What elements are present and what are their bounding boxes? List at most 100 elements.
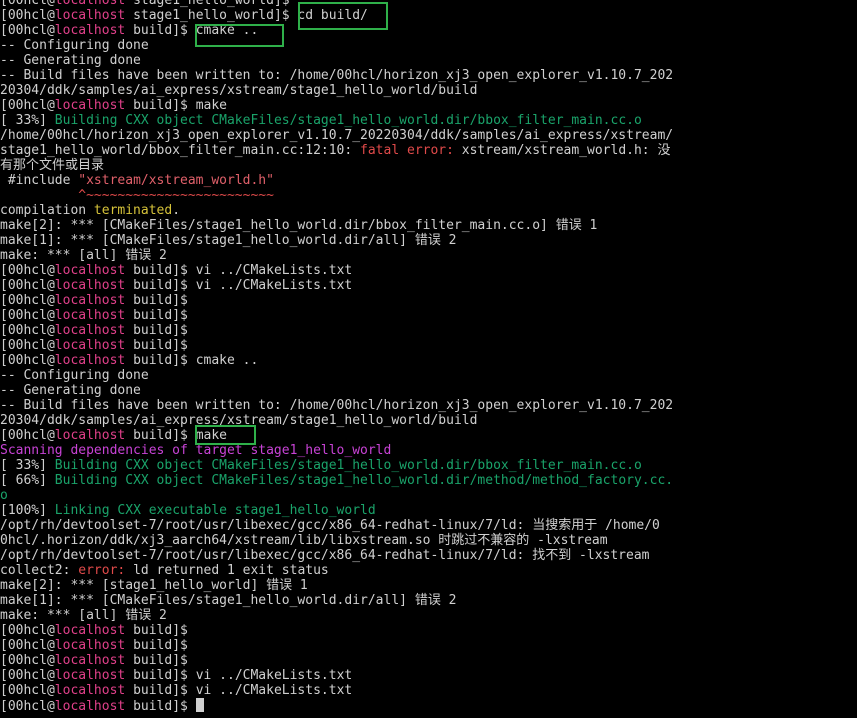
terminal-line: [00hcl@localhost build]$ vi ../CMakeList… — [0, 668, 857, 683]
terminal-line: -- Configuring done — [0, 368, 857, 383]
terminal-text: [00hcl@ — [0, 623, 55, 638]
terminal-text: Building CXX object CMakeFiles/stage1_he… — [54, 458, 642, 473]
terminal-line: -- Generating done — [0, 383, 857, 398]
terminal-text: [00hcl@ — [0, 0, 55, 8]
terminal-line: [00hcl@localhost build]$ — [0, 338, 857, 353]
terminal-text: . — [172, 203, 181, 218]
terminal-line: /opt/rh/devtoolset-7/root/usr/libexec/gc… — [0, 548, 857, 563]
terminal-line: [00hcl@localhost build]$ — [0, 638, 857, 653]
terminal-line: [00hcl@localhost stage1_hello_world]$ — [0, 0, 857, 8]
terminal-line: make: *** [all] 错误 2 — [0, 608, 857, 623]
terminal-text: build]$ — [125, 338, 188, 353]
terminal-text: -- Configuring done — [0, 368, 149, 383]
terminal-line: -- Build files have been written to: /ho… — [0, 398, 857, 413]
terminal-text: o — [0, 488, 8, 503]
terminal-text: build]$ vi ../CMakeLists.txt — [125, 668, 353, 683]
terminal-text: build]$ vi ../CMakeLists.txt — [125, 263, 353, 278]
terminal-line: 20304/ddk/samples/ai_express/xstream/sta… — [0, 83, 857, 98]
terminal-line: [00hcl@localhost build]$ make — [0, 428, 857, 443]
terminal-text: build]$ vi ../CMakeLists.txt — [125, 683, 353, 698]
terminal-text: build]$ make — [125, 98, 227, 113]
terminal-text: make: *** [all] 错误 2 — [0, 248, 167, 263]
terminal-text: make: *** [all] 错误 2 — [0, 608, 167, 623]
terminal-text: -- Build files have been written to: /ho… — [0, 398, 674, 413]
terminal-text: [ 33%] — [0, 458, 55, 473]
terminal-text: ld returned 1 exit status — [133, 563, 329, 578]
prompt-hostname: localhost — [54, 8, 126, 23]
terminal-output[interactable]: [00hcl@localhost stage1_hello_world]$ [00… — [0, 0, 857, 714]
terminal-text: build]$ — [125, 638, 188, 653]
terminal-line: [00hcl@localhost stage1_hello_world]$ cd… — [0, 8, 857, 23]
terminal-text: [00hcl@ — [0, 353, 55, 368]
terminal-line: [ 33%] Building CXX object CMakeFiles/st… — [0, 458, 857, 473]
terminal-line: [00hcl@localhost build]$ vi ../CMakeList… — [0, 683, 857, 698]
terminal-text: -- Generating done — [0, 53, 141, 68]
terminal-text: make[1]: *** [CMakeFiles/stage1_hello_wo… — [0, 593, 457, 608]
terminal-text: make[2]: *** [stage1_hello_world] 错误 1 — [0, 578, 308, 593]
terminal-text: -- Build files have been written to: /ho… — [0, 68, 674, 83]
terminal-text: terminated — [93, 203, 173, 218]
prompt-hostname: localhost — [54, 23, 126, 38]
terminal-line: compilation terminated. — [0, 203, 857, 218]
terminal-text: [00hcl@ — [0, 638, 55, 653]
terminal-line: make[2]: *** [stage1_hello_world] 错误 1 — [0, 578, 857, 593]
terminal-line: [ 33%] Building CXX object CMakeFiles/st… — [0, 113, 857, 128]
terminal-text: [00hcl@ — [0, 278, 55, 293]
terminal-line: [00hcl@localhost build]$ — [0, 623, 857, 638]
terminal-text: stage1_hello_world]$ — [125, 0, 290, 8]
terminal-text: 20304/ddk/samples/ai_express/xstream/sta… — [0, 413, 478, 428]
terminal-text: fatal error: — [360, 143, 462, 158]
prompt-hostname: localhost — [54, 668, 126, 683]
terminal-line: 0hcl/.horizon/ddk/xj3_aarch64/xstream/li… — [0, 533, 857, 548]
terminal-text: [00hcl@ — [0, 428, 55, 443]
prompt-hostname: localhost — [54, 263, 126, 278]
terminal-line: /home/00hcl/horizon_xj3_open_explorer_v1… — [0, 128, 857, 143]
prompt-hostname: localhost — [54, 338, 126, 353]
terminal-line: -- Generating done — [0, 53, 857, 68]
terminal-text: 20304/ddk/samples/ai_express/xstream/sta… — [0, 83, 478, 98]
terminal-line: [00hcl@localhost build]$ vi ../CMakeList… — [0, 263, 857, 278]
terminal-text: Scanning dependencies of target stage1_h… — [0, 443, 392, 458]
terminal-text: [00hcl@ — [0, 98, 55, 113]
terminal-text: /home/00hcl/horizon_xj3_open_explorer_v1… — [0, 128, 674, 143]
terminal-line: make[2]: *** [CMakeFiles/stage1_hello_wo… — [0, 218, 857, 233]
terminal-text: build]$ vi ../CMakeLists.txt — [125, 278, 353, 293]
terminal-line: [00hcl@localhost build]$ cmake .. — [0, 353, 857, 368]
terminal-text: [00hcl@ — [0, 653, 55, 668]
terminal-text: [ 66%] — [0, 473, 55, 488]
terminal-line: ^~~~~~~~~~~~~~~~~~~~~~~~~ — [0, 188, 857, 203]
text-cursor — [195, 698, 204, 712]
prompt-hostname: localhost — [54, 653, 126, 668]
terminal-text: [00hcl@ — [0, 683, 55, 698]
terminal-text: build]$ — [125, 293, 188, 308]
terminal-text: [00hcl@ — [0, 263, 55, 278]
terminal-text: compilation — [0, 203, 94, 218]
prompt-hostname: localhost — [54, 623, 126, 638]
terminal-text: build]$ — [125, 323, 188, 338]
prompt-hostname: localhost — [54, 683, 126, 698]
terminal-line: stage1_hello_world/bbox_filter_main.cc:1… — [0, 143, 857, 158]
terminal-text: [100%] — [0, 503, 55, 518]
terminal-text: make[1]: *** [CMakeFiles/stage1_hello_wo… — [0, 233, 457, 248]
terminal-line: [00hcl@localhost build]$ — [0, 323, 857, 338]
terminal-line: #include "xstream/xstream_world.h" — [0, 173, 857, 188]
terminal-line: collect2: error: ld returned 1 exit stat… — [0, 563, 857, 578]
prompt-hostname: localhost — [54, 428, 126, 443]
prompt-hostname: localhost — [54, 699, 126, 714]
terminal-text: -- Configuring done — [0, 38, 149, 53]
terminal-text: Building CXX object CMakeFiles/stage1_he… — [54, 113, 642, 128]
terminal-text: Linking CXX executable stage1_hello_worl… — [54, 503, 376, 518]
prompt-hostname: localhost — [54, 638, 126, 653]
prompt-hostname: localhost — [54, 323, 126, 338]
terminal-text: 0hcl/.horizon/ddk/xj3_aarch64/xstream/li… — [0, 533, 608, 548]
terminal-text: [00hcl@ — [0, 699, 55, 714]
terminal-text: [00hcl@ — [0, 8, 55, 23]
terminal-text: 有那个文件或目录 — [0, 158, 105, 173]
terminal-text: #include — [0, 173, 79, 188]
terminal-text: collect2: — [0, 563, 79, 578]
terminal-line: make[1]: *** [CMakeFiles/stage1_hello_wo… — [0, 233, 857, 248]
terminal-line: [00hcl@localhost build]$ — [0, 293, 857, 308]
terminal-text: /opt/rh/devtoolset-7/root/usr/libexec/gc… — [0, 548, 650, 563]
prompt-hostname: localhost — [54, 0, 126, 8]
terminal-text: "xstream/xstream_world.h" — [78, 173, 274, 188]
